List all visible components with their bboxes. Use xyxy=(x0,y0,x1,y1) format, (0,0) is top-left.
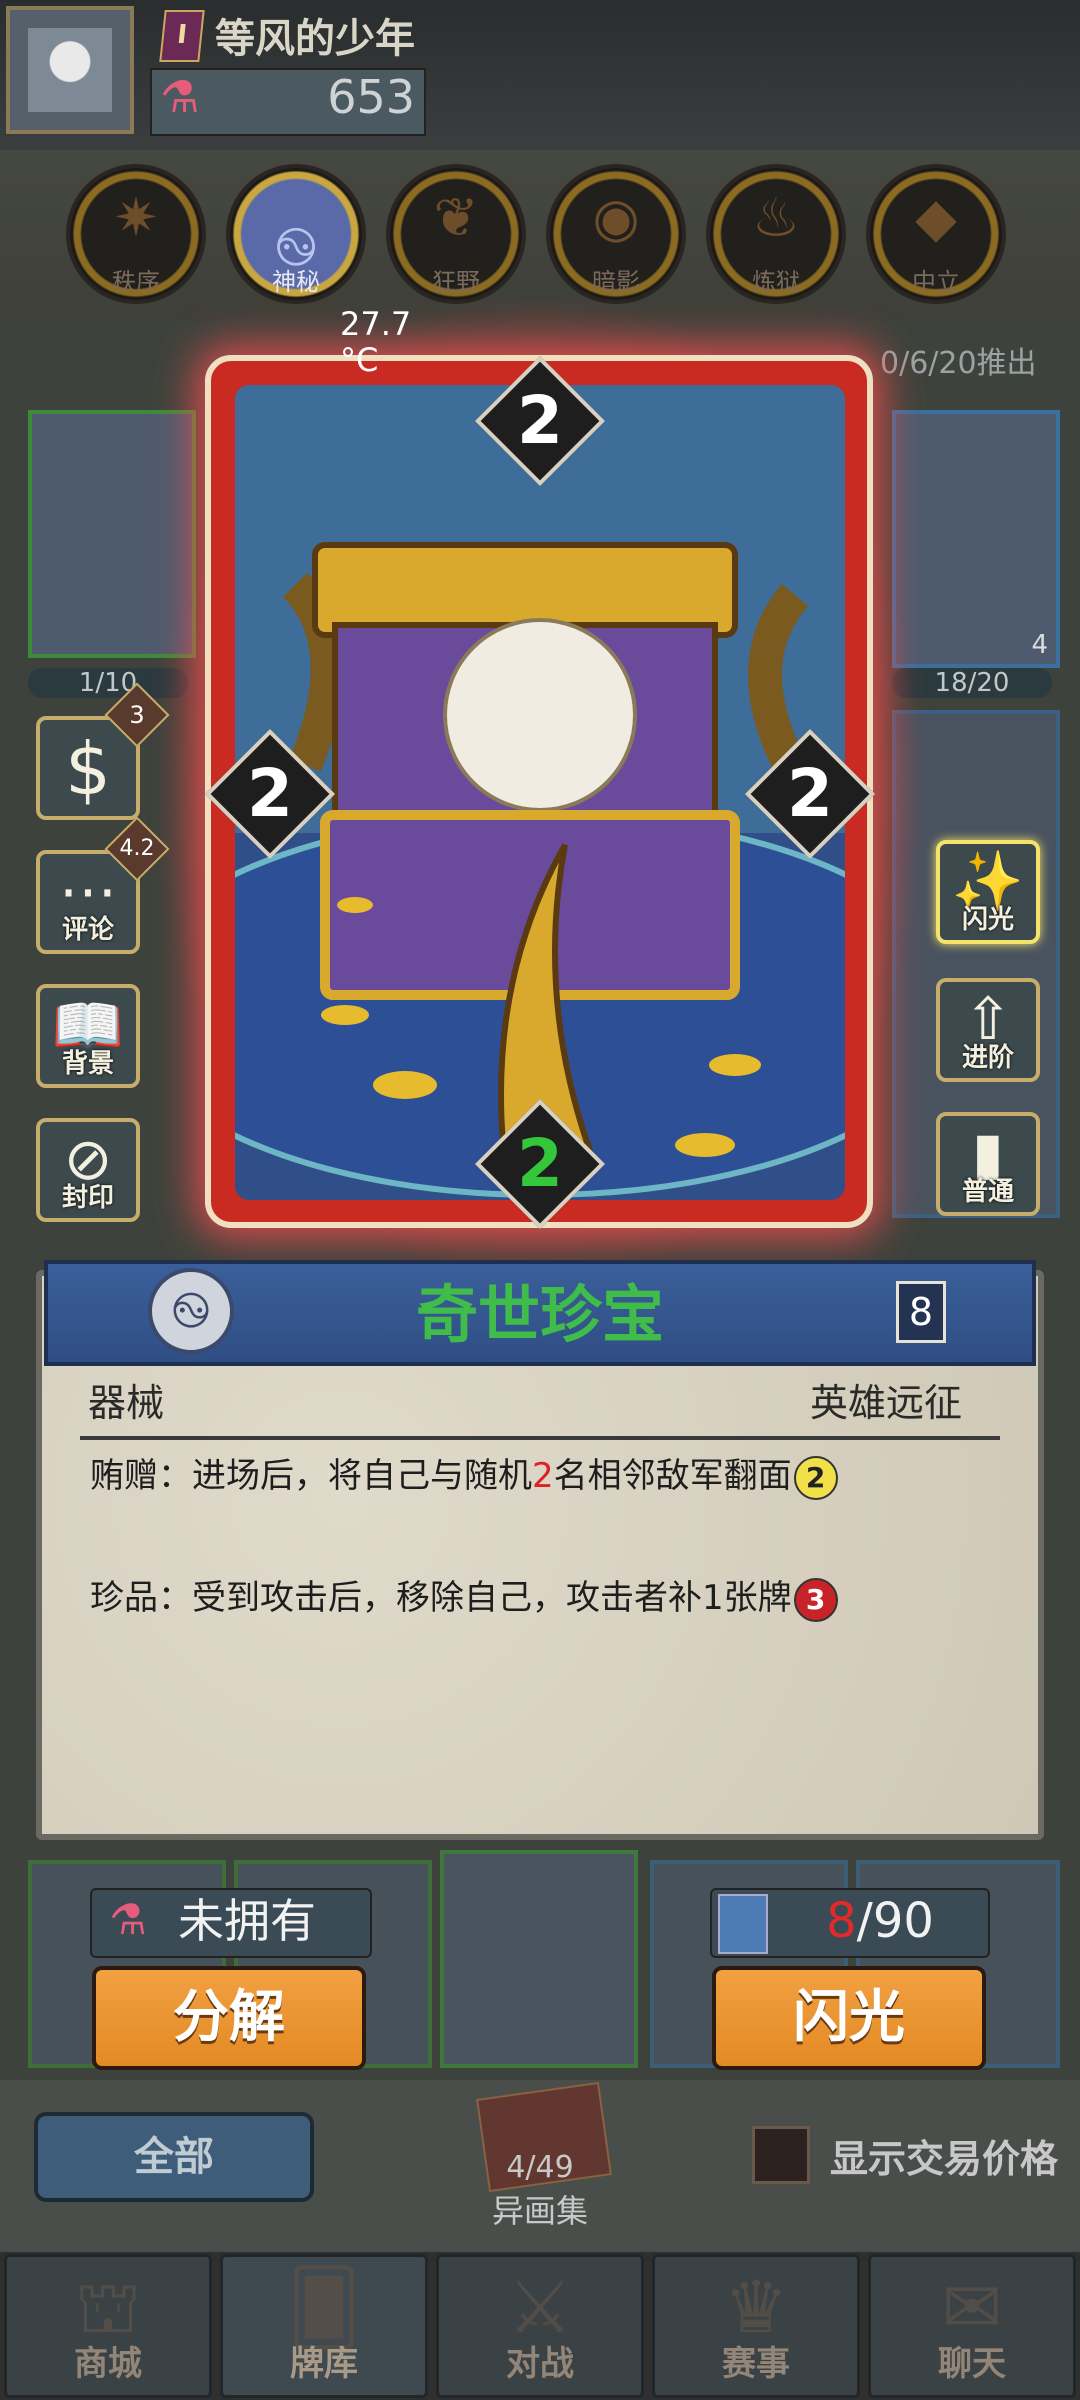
rank-badge: I xyxy=(159,10,205,62)
card-count: 4 xyxy=(1031,630,1048,660)
normal-view-button[interactable]: ▮ 普通 xyxy=(936,1112,1040,1216)
potion-count: 653 xyxy=(327,70,415,124)
faction-label: 中立 xyxy=(912,268,960,296)
card-type: 器械 xyxy=(88,1381,165,1425)
seal-button[interactable]: ⊘ 封印 xyxy=(36,1118,140,1222)
faction-filter-order[interactable]: ✷ 秩序 xyxy=(70,168,202,300)
advance-button[interactable]: ⇧ 进阶 xyxy=(936,978,1040,1082)
faction-filter-neutral[interactable]: ◆ 中立 xyxy=(870,168,1002,300)
eye-icon: ◉ xyxy=(592,186,640,249)
avatar[interactable] xyxy=(6,6,134,134)
divider xyxy=(80,1436,1000,1440)
owned-status: 未拥有 xyxy=(178,1894,316,1948)
dollar-icon: $ xyxy=(65,727,111,811)
faction-label: 神秘 xyxy=(272,268,320,296)
temperature-overlay: 27.7 °C xyxy=(340,305,412,379)
filter-all-button[interactable]: 全部 xyxy=(34,2112,314,2202)
flash-progress-text: 8/90 xyxy=(826,1893,934,1949)
background-button[interactable]: 📖 背景 xyxy=(36,984,140,1088)
potion-icon: ⚗ xyxy=(109,1895,147,1944)
faction-label: 秩序 xyxy=(112,268,160,296)
ability-tag: 2 xyxy=(793,1455,838,1500)
faction-filter-inferno[interactable]: ♨ 炼狱 xyxy=(710,168,842,300)
card-cost: 8 xyxy=(896,1281,946,1343)
faction-label: 暗影 xyxy=(592,268,640,296)
potion-icon: ⚗ xyxy=(160,72,200,123)
ability-tag: 3 xyxy=(793,1577,838,1622)
faction-label: 炼狱 xyxy=(752,268,800,296)
collection-card[interactable] xyxy=(440,1850,638,2068)
swirl-icon: ࿊ xyxy=(148,1268,234,1354)
username: 等风的少年 xyxy=(215,16,415,62)
faction-filter-wild[interactable]: ❦ 狂野 xyxy=(390,168,522,300)
leaf-icon: ❦ xyxy=(433,186,479,249)
nav-tab-chat[interactable]: ✉ 聊天 xyxy=(868,2254,1076,2398)
nav-tab-tournament[interactable]: ♛ 赛事 xyxy=(652,2254,860,2398)
sun-icon: ✷ xyxy=(113,186,159,249)
flash-craft-button[interactable]: 闪光 xyxy=(712,1966,986,2070)
ability-treasure: 珍品：受到攻击后，移除自己，攻击者补1张牌 3 xyxy=(90,1570,838,1622)
nav-tab-battle[interactable]: ⚔ 对战 xyxy=(436,2254,644,2398)
card-set: 英雄远征 xyxy=(810,1381,963,1425)
faction-filter-shadow[interactable]: ◉ 暗影 xyxy=(550,168,682,300)
decompose-button[interactable]: 分解 xyxy=(92,1966,366,2070)
faction-label: 狂野 xyxy=(432,268,480,296)
flame-icon: ♨ xyxy=(751,186,801,249)
nav-tab-shop[interactable]: ⛫ 商城 xyxy=(4,2254,212,2398)
flash-progress-fill xyxy=(718,1894,768,1954)
gallery-count: 4/49 xyxy=(506,2150,574,2185)
ability-bribe: 贿赠：进场后，将自己与随机2名相邻敌军翻面 2 xyxy=(90,1448,838,1500)
show-trade-price-label[interactable]: 显示交易价格 xyxy=(830,2128,1058,2183)
show-trade-price-checkbox[interactable] xyxy=(752,2126,810,2184)
crystal-icon: ◆ xyxy=(915,186,957,249)
nav-tab-deck[interactable]: 🂠 牌库 xyxy=(220,2254,428,2398)
card-name: 奇世珍宝 xyxy=(415,1278,664,1351)
flash-view-button[interactable]: ✨ 闪光 xyxy=(936,840,1040,944)
gallery-label[interactable]: 异画集 xyxy=(470,2186,610,2232)
faction-filter-mystic[interactable]: ࿊ 神秘 xyxy=(230,168,362,300)
